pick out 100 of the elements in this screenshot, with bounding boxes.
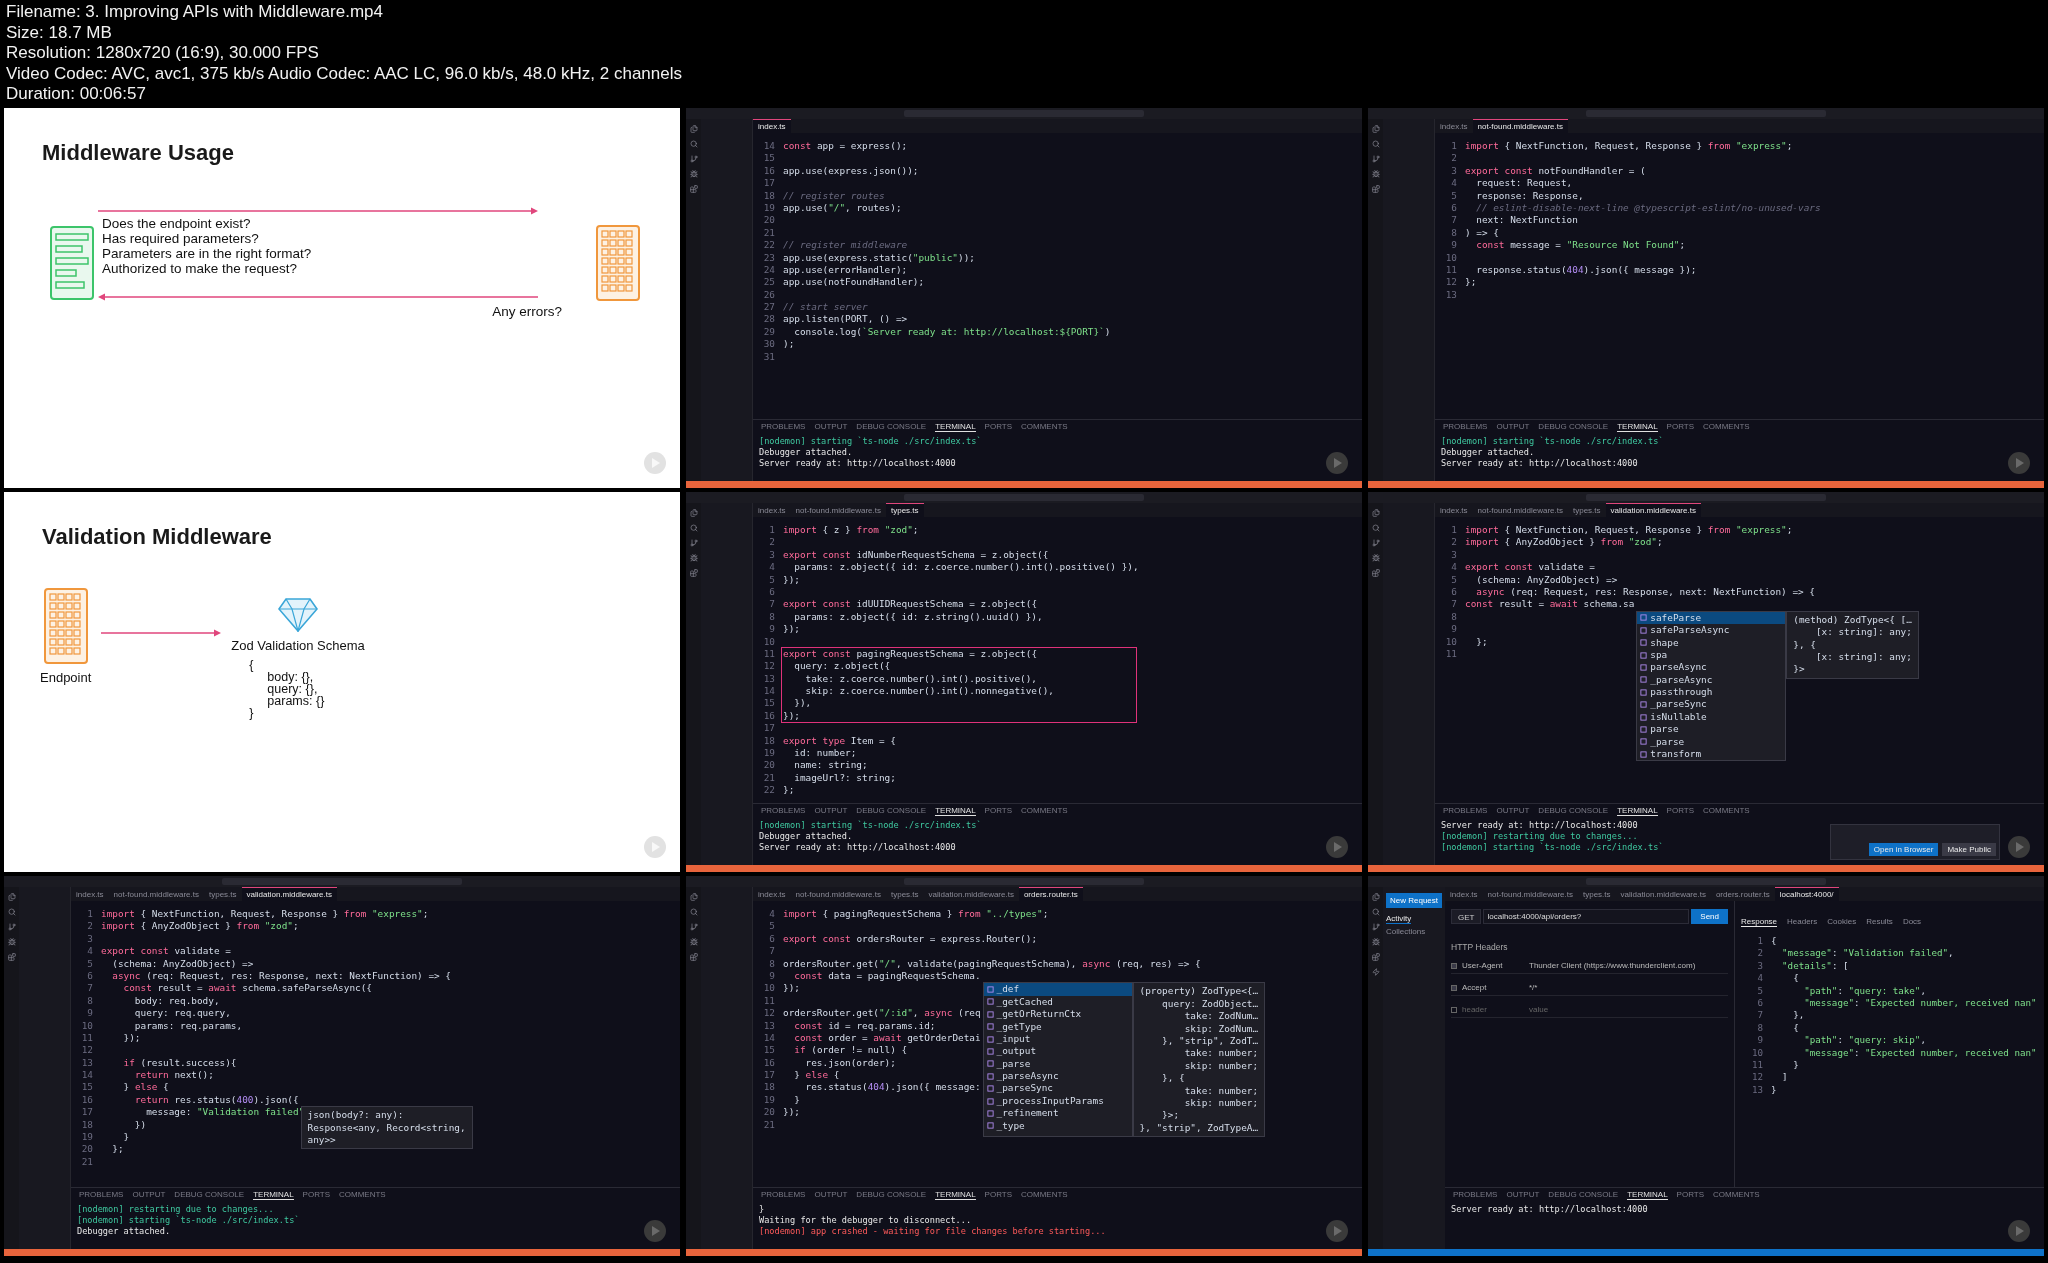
editor-tab[interactable]: index.ts	[1435, 119, 1473, 133]
play-icon[interactable]	[1326, 1220, 1348, 1242]
panel-tab[interactable]: PORTS	[302, 1190, 331, 1200]
panel-tab[interactable]: PROBLEMS	[1453, 1190, 1498, 1200]
response-tab[interactable]: Response	[1741, 917, 1778, 927]
completion-item[interactable]: passthrough	[1637, 686, 1786, 699]
panel-tab[interactable]: OUTPUT	[814, 806, 848, 816]
completion-item[interactable]: _parseSync	[983, 1082, 1132, 1095]
response-tab[interactable]: Results	[1866, 917, 1893, 927]
activity-icon[interactable]	[689, 509, 698, 517]
activity-icon[interactable]	[689, 953, 698, 961]
activity-icon[interactable]	[1371, 140, 1380, 148]
editor-tab[interactable]: orders.router.ts	[1018, 887, 1083, 901]
activity-icon[interactable]	[689, 893, 698, 901]
panel-tab[interactable]: PROBLEMS	[1443, 422, 1488, 432]
editor-tab[interactable]: orders.router.ts	[1710, 887, 1775, 901]
completion-item[interactable]: _getType	[983, 1020, 1132, 1033]
panel-tab[interactable]: COMMENTS	[1713, 1190, 1760, 1200]
completion-item[interactable]: _parse	[1637, 735, 1786, 749]
panel-tab[interactable]: TERMINAL	[935, 422, 976, 432]
activity-icon[interactable]	[1371, 923, 1380, 931]
completion-item[interactable]: _input	[983, 1032, 1132, 1046]
checkbox[interactable]	[1451, 984, 1457, 991]
completion-item[interactable]: transform	[1637, 748, 1786, 761]
panel-tab[interactable]: PORTS	[984, 806, 1013, 816]
panel-tab[interactable]: TERMINAL	[1617, 422, 1658, 432]
url-field[interactable]: localhost:4000/api/orders?	[1483, 909, 1690, 924]
panel-tab[interactable]: TERMINAL	[935, 806, 976, 816]
activity-icon[interactable]	[7, 893, 16, 901]
panel-tab[interactable]: DEBUG CONSOLE	[174, 1190, 245, 1200]
header-value-field[interactable]: value	[1529, 1005, 1619, 1014]
editor-tab[interactable]: not-found.middleware.ts	[108, 887, 204, 901]
completion-item[interactable]: parseAsync	[1637, 661, 1786, 674]
panel-tab[interactable]: DEBUG CONSOLE	[1548, 1190, 1619, 1200]
panel-tab[interactable]: PORTS	[984, 422, 1013, 432]
panel-tab[interactable]: COMMENTS	[1021, 422, 1068, 432]
sidebar-tab[interactable]: Collections	[1386, 927, 1426, 937]
activity-icon[interactable]	[1371, 524, 1380, 532]
sidebar-tab[interactable]: Activity	[1386, 914, 1412, 924]
checkbox[interactable]	[1451, 1006, 1457, 1013]
editor-tab[interactable]: not-found.middleware.ts	[1472, 119, 1568, 133]
activity-icon[interactable]	[689, 908, 698, 916]
activity-icon[interactable]	[1371, 953, 1380, 961]
response-tab[interactable]: Headers	[1787, 917, 1818, 927]
panel-tab[interactable]: COMMENTS	[1021, 806, 1068, 816]
activity-icon[interactable]	[1371, 569, 1380, 577]
activity-icon[interactable]	[689, 140, 698, 148]
activity-icon[interactable]	[689, 185, 698, 193]
panel-tab[interactable]: PROBLEMS	[761, 806, 806, 816]
editor-tab[interactable]: index.ts	[753, 119, 791, 133]
panel-tab[interactable]: PROBLEMS	[1443, 806, 1488, 816]
panel-tab[interactable]: OUTPUT	[1506, 1190, 1540, 1200]
play-icon[interactable]	[1326, 836, 1348, 858]
editor-tab[interactable]: index.ts	[1445, 887, 1483, 901]
editor-tab[interactable]: not-found.middleware.ts	[1482, 887, 1578, 901]
editor-tab[interactable]: index.ts	[753, 503, 791, 517]
completion-item[interactable]: parse	[1637, 723, 1786, 736]
play-icon[interactable]	[2008, 836, 2030, 858]
completion-item[interactable]: isNullable	[1637, 710, 1786, 724]
editor-tab[interactable]: types.ts	[885, 503, 924, 517]
panel-tab[interactable]: PORTS	[1676, 1190, 1705, 1200]
completion-item[interactable]: _getOrReturnCtx	[983, 1008, 1132, 1021]
completion-item[interactable]: shape	[1637, 636, 1786, 649]
panel-tab[interactable]: PROBLEMS	[761, 1190, 806, 1200]
activity-icon[interactable]	[1371, 185, 1380, 193]
play-icon[interactable]	[644, 1220, 666, 1242]
activity-icon[interactable]	[7, 938, 16, 946]
activity-icon[interactable]	[1371, 155, 1380, 163]
activity-icon[interactable]	[1371, 539, 1380, 547]
activity-icon[interactable]	[7, 923, 16, 931]
panel-tab[interactable]: DEBUG CONSOLE	[1538, 422, 1609, 432]
activity-icon[interactable]	[7, 908, 16, 916]
editor-tab[interactable]: types.ts	[1567, 503, 1606, 517]
editor-tab[interactable]: validation.middleware.ts	[923, 887, 1019, 901]
activity-icon[interactable]	[1371, 554, 1380, 562]
editor-tab[interactable]: index.ts	[1435, 503, 1473, 517]
panel-tab[interactable]: OUTPUT	[1496, 806, 1530, 816]
completion-item[interactable]: spa	[1637, 648, 1786, 662]
activity-icon[interactable]	[689, 125, 698, 133]
panel-tab[interactable]: PORTS	[1666, 806, 1695, 816]
panel-tab[interactable]: TERMINAL	[253, 1190, 294, 1200]
panel-tab[interactable]: OUTPUT	[1496, 422, 1530, 432]
response-tab[interactable]: Docs	[1902, 917, 1922, 927]
editor-tab[interactable]: localhost:4000/	[1774, 887, 1839, 901]
panel-tab[interactable]: TERMINAL	[935, 1190, 976, 1200]
activity-icon[interactable]	[1371, 170, 1380, 178]
completion-item[interactable]: _parseAsync	[1637, 673, 1786, 687]
editor-tab[interactable]: types.ts	[1577, 887, 1616, 901]
activity-icon[interactable]	[7, 953, 16, 961]
editor-tab[interactable]: validation.middleware.ts	[1615, 887, 1711, 901]
new-request-button[interactable]: New Request	[1386, 893, 1442, 908]
activity-icon[interactable]	[689, 524, 698, 532]
activity-icon[interactable]	[689, 923, 698, 931]
editor-tab[interactable]: index.ts	[753, 887, 791, 901]
editor-tab[interactable]: validation.middleware.ts	[241, 887, 337, 901]
panel-tab[interactable]: DEBUG CONSOLE	[856, 806, 927, 816]
completion-item[interactable]: _parseAsync	[983, 1070, 1132, 1083]
activity-icon[interactable]	[1371, 908, 1380, 916]
activity-icon[interactable]	[689, 554, 698, 562]
activity-icon[interactable]	[689, 155, 698, 163]
